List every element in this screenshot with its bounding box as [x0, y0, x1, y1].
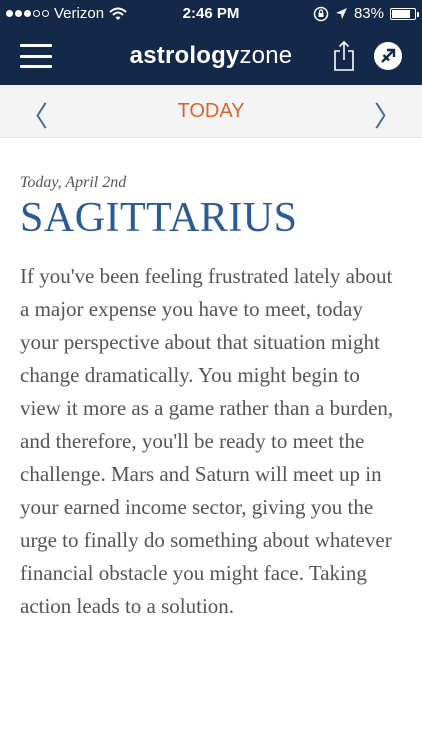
share-icon[interactable]	[331, 40, 357, 72]
horoscope-content: Today, April 2nd SAGITTARIUS If you've b…	[0, 138, 422, 623]
top-band: Verizon 2:46 PM 83% astrologyzone	[0, 0, 422, 85]
app-header: astrologyzone	[0, 28, 422, 85]
chevron-right-icon[interactable]: 〉	[374, 95, 402, 135]
orientation-lock-icon	[313, 6, 329, 21]
date-navigation: 〈 TODAY 〉	[0, 85, 422, 138]
battery-percentage: 83%	[353, 5, 384, 22]
sign-title: SAGITTARIUS	[20, 195, 298, 241]
brand-logo-bold: astrology	[129, 42, 240, 69]
brand-logo: astrologyzone	[0, 42, 422, 70]
status-right: 83%	[313, 5, 419, 22]
status-bar: Verizon 2:46 PM 83%	[0, 0, 422, 28]
sagittarius-icon[interactable]	[374, 42, 402, 70]
horoscope-text: If you've been feeling frustrated lately…	[20, 264, 394, 619]
battery-icon	[390, 7, 419, 20]
location-arrow-icon	[335, 8, 347, 19]
today-tab[interactable]: TODAY	[0, 100, 422, 123]
horoscope-date: Today, April 2nd	[20, 174, 127, 191]
brand-logo-light: zone	[239, 42, 293, 69]
